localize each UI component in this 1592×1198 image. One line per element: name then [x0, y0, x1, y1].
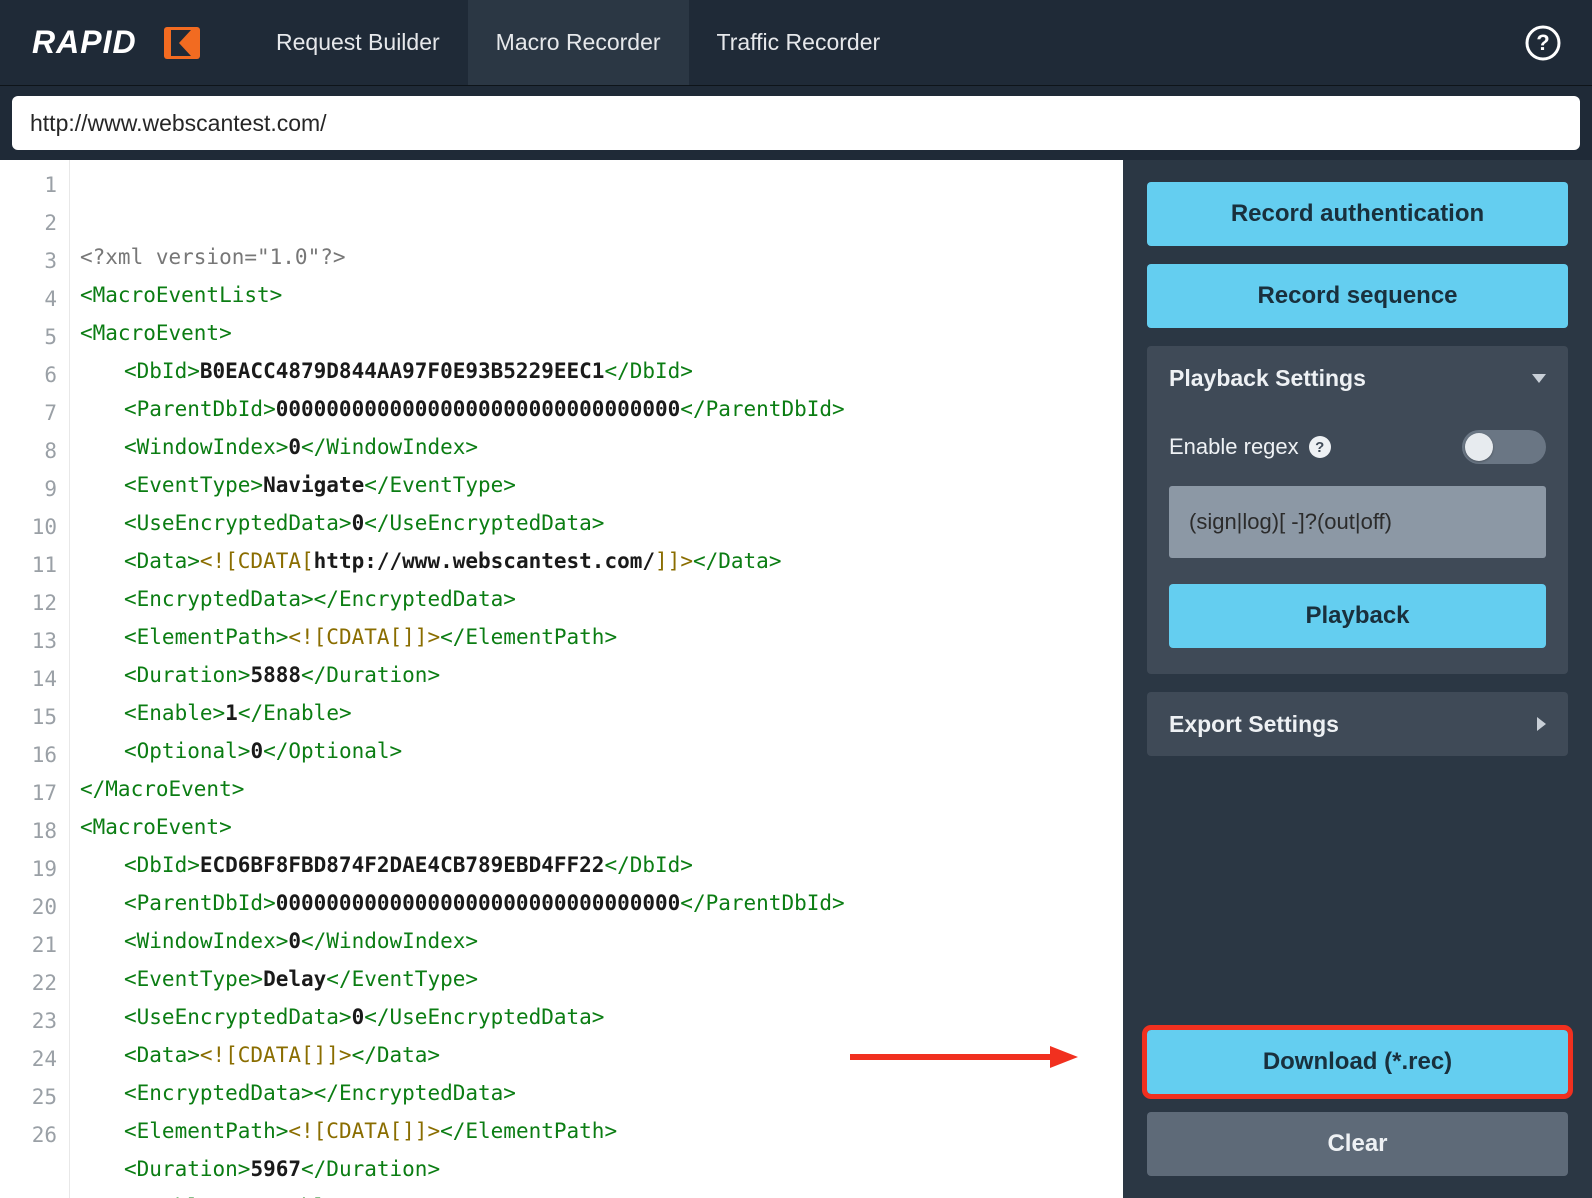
url-value: http://www.webscantest.com/ [30, 110, 327, 137]
enable-regex-label: Enable regex ? [1169, 434, 1331, 460]
code-line: <Data><![CDATA[]]></Data> [70, 1036, 1123, 1074]
clear-button[interactable]: Clear [1147, 1112, 1568, 1176]
gutter-line: 9 [0, 470, 69, 508]
code-line: <Optional>0</Optional> [70, 732, 1123, 770]
help-icon: ? [1524, 24, 1562, 62]
regex-input[interactable]: (sign|log)[ -]?(out|off) [1169, 486, 1546, 558]
gutter-line: 13 [0, 622, 69, 660]
gutter-line: 25 [0, 1078, 69, 1116]
code-line: <WindowIndex>0</WindowIndex> [70, 922, 1123, 960]
code-editor[interactable]: 1234567891011121314151617181920212223242… [0, 160, 1123, 1198]
record-sequence-button[interactable]: Record sequence [1147, 264, 1568, 328]
code-line: <Data><![CDATA[http://www.webscantest.co… [70, 542, 1123, 580]
regex-value: (sign|log)[ -]?(out|off) [1189, 509, 1392, 535]
chevron-right-icon [1537, 717, 1546, 731]
code-line: <WindowIndex>0</WindowIndex> [70, 428, 1123, 466]
code-line: <Enable>1</Enable> [70, 694, 1123, 732]
export-settings-header[interactable]: Export Settings [1147, 692, 1568, 756]
gutter-line: 16 [0, 736, 69, 774]
help-button[interactable]: ? [1494, 0, 1592, 85]
code-line: <MacroEventList> [70, 276, 1123, 314]
gutter-line: 11 [0, 546, 69, 584]
gutter-line: 23 [0, 1002, 69, 1040]
svg-text:?: ? [1536, 30, 1549, 55]
url-input[interactable]: http://www.webscantest.com/ [12, 96, 1580, 150]
gutter-line: 19 [0, 850, 69, 888]
download-button[interactable]: Download (*.rec) [1147, 1030, 1568, 1094]
topbar: RAPID Request BuilderMacro RecorderTraff… [0, 0, 1592, 86]
editor-code[interactable]: <?xml version="1.0"?><MacroEventList><Ma… [70, 160, 1123, 1198]
gutter-line: 12 [0, 584, 69, 622]
code-line: <DbId>B0EACC4879D844AA97F0E93B5229EEC1</… [70, 352, 1123, 390]
gutter-line: 18 [0, 812, 69, 850]
code-line: <Duration>5888</Duration> [70, 656, 1123, 694]
playback-button[interactable]: Playback [1169, 584, 1546, 648]
code-line: <DbId>ECD6BF8FBD874F2DAE4CB789EBD4FF22</… [70, 846, 1123, 884]
chevron-down-icon [1532, 374, 1546, 383]
gutter-line: 7 [0, 394, 69, 432]
tabs: Request BuilderMacro RecorderTraffic Rec… [248, 0, 908, 85]
gutter-line: 22 [0, 964, 69, 1002]
code-line: <ElementPath><![CDATA[]]></ElementPath> [70, 1112, 1123, 1150]
code-line: <MacroEvent> [70, 314, 1123, 352]
tab-traffic-recorder[interactable]: Traffic Recorder [689, 0, 909, 85]
export-settings-title: Export Settings [1169, 711, 1339, 738]
gutter-line: 6 [0, 356, 69, 394]
gutter-line: 15 [0, 698, 69, 736]
code-line: <UseEncryptedData>0</UseEncryptedData> [70, 504, 1123, 542]
enable-regex-toggle[interactable] [1462, 430, 1546, 464]
code-line: <UseEncryptedData>0</UseEncryptedData> [70, 998, 1123, 1036]
gutter-line: 8 [0, 432, 69, 470]
code-line: </MacroEvent> [70, 770, 1123, 808]
playback-settings-panel: Playback Settings Enable regex ? (sign|l… [1147, 346, 1568, 674]
gutter-line: 3 [0, 242, 69, 280]
code-line: <ParentDbId>0000000000000000000000000000… [70, 390, 1123, 428]
gutter-line: 26 [0, 1116, 69, 1154]
code-line: <Enable>1</Enable> [70, 1188, 1123, 1198]
gutter-line: 2 [0, 204, 69, 242]
tab-request-builder[interactable]: Request Builder [248, 0, 468, 85]
gutter-line: 20 [0, 888, 69, 926]
gutter-line: 1 [0, 166, 69, 204]
gutter-line: 5 [0, 318, 69, 356]
export-settings-panel: Export Settings [1147, 692, 1568, 756]
code-line: <Duration>5967</Duration> [70, 1150, 1123, 1188]
gutter-line: 10 [0, 508, 69, 546]
tab-macro-recorder[interactable]: Macro Recorder [468, 0, 689, 85]
code-line: <EventType>Navigate</EventType> [70, 466, 1123, 504]
svg-text:RAPID: RAPID [32, 24, 137, 60]
playback-settings-title: Playback Settings [1169, 365, 1366, 392]
sidebar: Record authentication Record sequence Pl… [1123, 160, 1592, 1198]
code-line: <ElementPath><![CDATA[]]></ElementPath> [70, 618, 1123, 656]
url-bar-container: http://www.webscantest.com/ [0, 86, 1592, 160]
record-authentication-button[interactable]: Record authentication [1147, 182, 1568, 246]
code-line: <EventType>Delay</EventType> [70, 960, 1123, 998]
code-line: <EncryptedData></EncryptedData> [70, 580, 1123, 618]
code-line: <?xml version="1.0"?> [70, 238, 1123, 276]
gutter-line: 4 [0, 280, 69, 318]
brand-logo: RAPID [0, 0, 248, 85]
gutter-line: 17 [0, 774, 69, 812]
code-line: <ParentDbId>0000000000000000000000000000… [70, 884, 1123, 922]
gutter-line: 21 [0, 926, 69, 964]
gutter-line: 14 [0, 660, 69, 698]
playback-settings-header[interactable]: Playback Settings [1147, 346, 1568, 410]
code-line: <MacroEvent> [70, 808, 1123, 846]
code-line: <EncryptedData></EncryptedData> [70, 1074, 1123, 1112]
help-icon[interactable]: ? [1309, 436, 1331, 458]
editor-gutter: 1234567891011121314151617181920212223242… [0, 160, 70, 1198]
gutter-line: 24 [0, 1040, 69, 1078]
